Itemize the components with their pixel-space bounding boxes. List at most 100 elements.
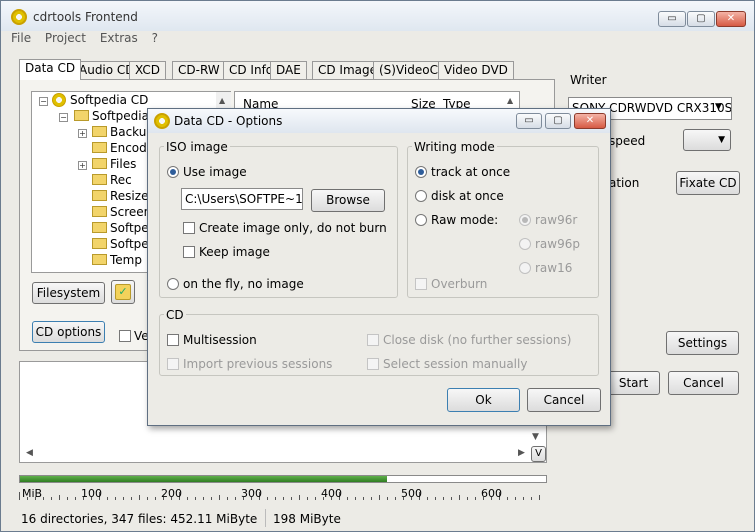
cd-icon <box>52 93 66 107</box>
ruler-tick <box>235 497 236 500</box>
scroll-up-icon[interactable]: ▲ <box>219 96 225 105</box>
dialog-minimize-button[interactable]: ▭ <box>516 113 542 129</box>
collapse-icon[interactable]: − <box>59 113 68 122</box>
ruler-tick <box>307 497 308 500</box>
fixate-cd-button[interactable]: Fixate CD <box>676 171 740 195</box>
folder-icon <box>92 142 107 153</box>
ruler-label: 300 <box>241 487 262 500</box>
dialog-title-bar: Data CD - Options ▭ ▢ ✕ <box>148 109 610 133</box>
raw16-radio[interactable] <box>519 262 531 274</box>
import-previous-checkbox[interactable] <box>167 358 179 370</box>
chevron-down-icon: ▼ <box>718 135 725 145</box>
keep-image-checkbox[interactable] <box>183 246 195 258</box>
dialog-maximize-button[interactable]: ▢ <box>545 113 571 129</box>
speed-select[interactable]: ▼ <box>683 129 731 151</box>
tree-item[interactable]: Temp <box>92 253 142 269</box>
use-image-label: Use image <box>183 165 247 179</box>
tree-root[interactable]: Softpedia CD <box>52 93 148 109</box>
browse-button[interactable]: Browse <box>311 189 385 212</box>
scroll-left-icon[interactable]: ◀ <box>26 448 33 458</box>
tree-item[interactable]: Backup <box>92 125 154 141</box>
ruler-tick <box>363 497 364 500</box>
dialog-close-button[interactable]: ✕ <box>574 113 606 129</box>
tab-cd-rw[interactable]: CD-RW <box>172 61 226 79</box>
overburn-checkbox[interactable] <box>415 278 427 290</box>
ruler-tick <box>371 497 372 500</box>
tree-item[interactable]: Rec <box>92 173 132 189</box>
image-path-input[interactable]: C:\Users\SOFTPE~1\A <box>181 188 303 210</box>
ok-button[interactable]: Ok <box>447 388 520 412</box>
tree-item[interactable]: Resize <box>92 189 148 205</box>
use-image-radio[interactable] <box>167 166 179 178</box>
close-disk-checkbox[interactable] <box>367 334 379 346</box>
folder-icon <box>92 190 107 201</box>
folder-icon <box>92 254 107 265</box>
fixation-label: ation <box>609 176 640 190</box>
multisession-checkbox[interactable] <box>167 334 179 346</box>
tree-item[interactable]: Softpe <box>92 237 149 253</box>
tab-dae[interactable]: DAE <box>270 61 307 79</box>
menu-bar: File Project Extras ? <box>11 31 168 49</box>
menu-file[interactable]: File <box>11 31 31 45</box>
ruler-tick <box>67 497 68 500</box>
create-image-only-label: Create image only, do not burn <box>199 221 387 235</box>
folder-icon <box>92 158 107 169</box>
on-the-fly-radio[interactable] <box>167 278 179 290</box>
tree-item[interactable]: Screen <box>92 205 151 221</box>
menu-extras[interactable]: Extras <box>100 31 138 45</box>
tree-item[interactable]: Encode <box>92 141 154 157</box>
scroll-up-icon[interactable]: ▲ <box>507 96 513 105</box>
tree-item[interactable]: Softpe <box>92 221 149 237</box>
cd-options-button[interactable]: CD options <box>32 321 105 343</box>
ruler-tick <box>51 497 52 500</box>
filesystem-button[interactable]: Filesystem <box>32 282 105 304</box>
cancel-button[interactable]: Cancel <box>668 371 739 395</box>
ruler-tick <box>227 497 228 500</box>
expand-icon[interactable]: + <box>78 129 87 138</box>
check-button[interactable]: ✓ <box>111 280 135 304</box>
verify-checkbox[interactable] <box>119 330 131 342</box>
menu-project[interactable]: Project <box>45 31 86 45</box>
folder-icon <box>92 222 107 233</box>
track-at-once-radio[interactable] <box>415 166 427 178</box>
minimize-button[interactable]: ▭ <box>658 11 686 27</box>
v-button[interactable]: V <box>531 446 546 462</box>
keep-image-label: Keep image <box>199 245 270 259</box>
select-session-label: Select session manually <box>383 357 528 371</box>
raw96r-radio[interactable] <box>519 214 531 226</box>
raw96p-radio[interactable] <box>519 238 531 250</box>
tree-item[interactable]: Files <box>92 157 136 173</box>
tab-video-dvd[interactable]: Video DVD <box>438 61 514 79</box>
select-session-checkbox[interactable] <box>367 358 379 370</box>
collapse-icon[interactable]: − <box>39 97 48 106</box>
ruler-tick <box>147 497 148 500</box>
scroll-down-icon[interactable]: ▼ <box>532 432 539 442</box>
menu-help[interactable]: ? <box>152 31 158 45</box>
scroll-right-icon[interactable]: ▶ <box>518 448 525 458</box>
folder-icon <box>92 126 107 137</box>
ruler-tick <box>27 497 28 500</box>
tree-folder-softpedia[interactable]: Softpedia <box>74 109 149 125</box>
status-size: 198 MiByte <box>273 512 341 526</box>
settings-button[interactable]: Settings <box>666 331 739 355</box>
checkmark-icon: ✓ <box>115 284 131 300</box>
create-image-only-checkbox[interactable] <box>183 222 195 234</box>
ruler-unit: MiB <box>22 487 43 500</box>
ruler-tick <box>515 497 516 500</box>
tab-data-cd[interactable]: Data CD <box>19 59 82 80</box>
maximize-button[interactable]: ▢ <box>687 11 715 27</box>
data-cd-options-dialog: Data CD - Options ▭ ▢ ✕ ISO image Use im… <box>147 108 611 426</box>
cd-app-icon <box>154 113 170 129</box>
ruler-tick <box>211 497 212 500</box>
raw-mode-radio[interactable] <box>415 214 427 226</box>
tab-xcd[interactable]: XCD <box>129 61 166 79</box>
dialog-cancel-button[interactable]: Cancel <box>527 388 601 412</box>
speed-label: speed <box>609 134 646 148</box>
expand-icon[interactable]: + <box>78 161 87 170</box>
ruler-tick <box>275 497 276 500</box>
raw96r-label: raw96r <box>535 213 578 227</box>
close-button[interactable]: ✕ <box>716 11 746 27</box>
disk-at-once-radio[interactable] <box>415 190 427 202</box>
ruler-label: 100 <box>81 487 102 500</box>
ruler-tick <box>155 497 156 500</box>
